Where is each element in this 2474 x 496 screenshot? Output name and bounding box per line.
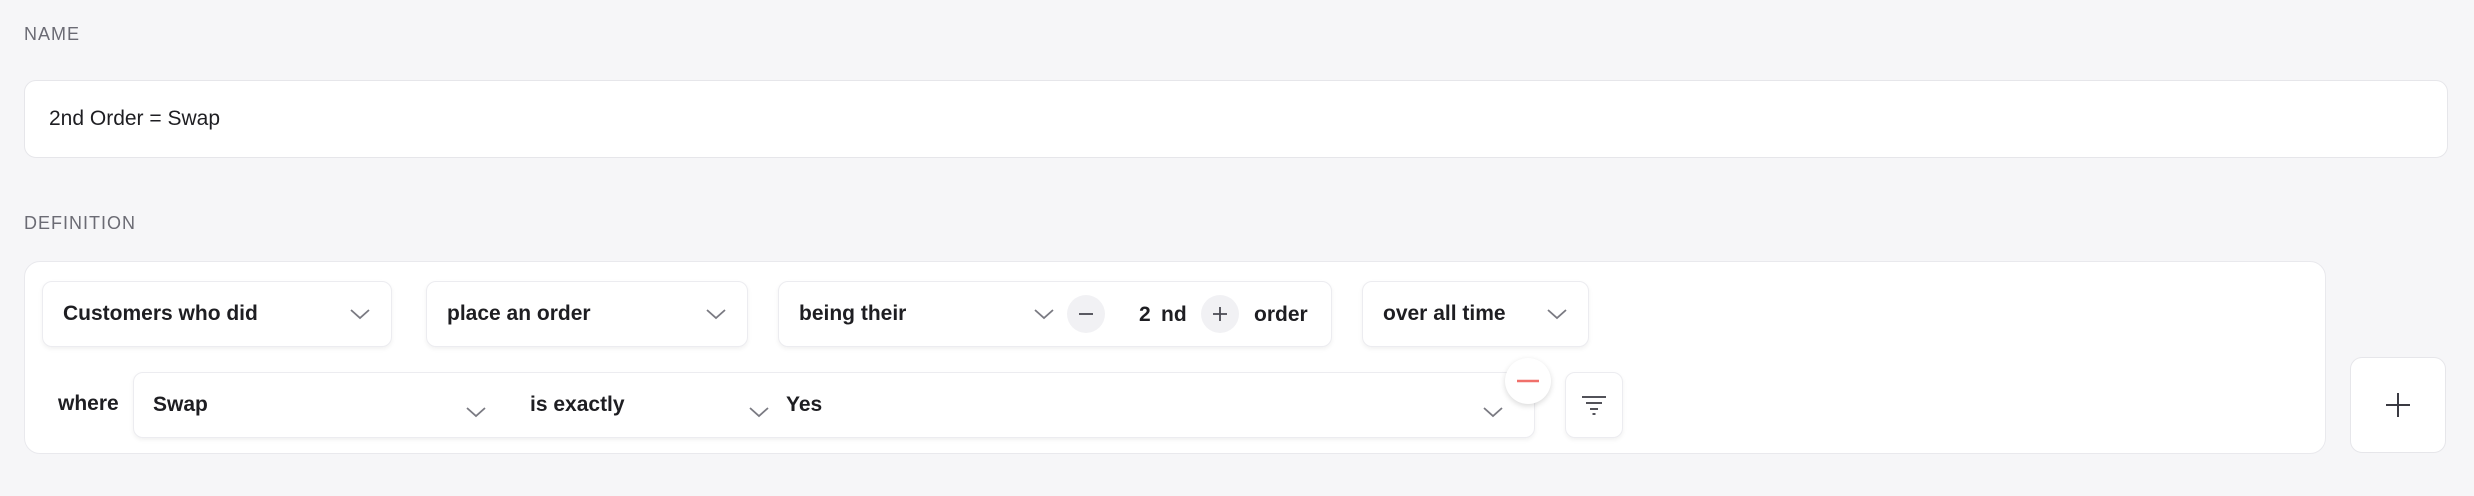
subject-dropdown[interactable]: Customers who did: [42, 281, 392, 347]
definition-panel: Customers who did place an order being t…: [24, 261, 2326, 454]
remove-condition-button[interactable]: [1505, 358, 1551, 404]
condition-row: Swap is exactly Yes: [133, 372, 1535, 438]
chevron-down-icon: [1482, 400, 1504, 424]
decrement-button[interactable]: [1067, 295, 1105, 333]
chevron-down-icon[interactable]: [1033, 308, 1055, 320]
ordinal-group: being their: [778, 281, 1332, 347]
chevron-down-icon: [1546, 308, 1568, 320]
order-word: order: [1254, 303, 1308, 326]
remove-icon: [1517, 379, 1539, 383]
filter-icon: [1582, 396, 1606, 415]
subject-dropdown-label: Customers who did: [63, 302, 258, 325]
qualifier-label: being their: [799, 302, 907, 325]
action-dropdown-label: place an order: [447, 302, 591, 325]
timeframe-dropdown[interactable]: over all time: [1362, 281, 1589, 347]
plus-icon: [1213, 307, 1227, 321]
chevron-down-icon: [705, 308, 727, 320]
value-dropdown[interactable]: Yes: [786, 373, 1516, 437]
property-dropdown-label: Swap: [153, 393, 208, 416]
order-suffix: nd: [1161, 303, 1187, 326]
chevron-down-icon: [349, 308, 371, 320]
filter-button[interactable]: [1565, 372, 1623, 438]
action-dropdown[interactable]: place an order: [426, 281, 748, 347]
operator-dropdown-label: is exactly: [530, 393, 625, 416]
value-dropdown-label: Yes: [786, 393, 823, 416]
chevron-down-icon: [748, 400, 770, 424]
timeframe-dropdown-label: over all time: [1383, 302, 1506, 325]
chevron-down-icon: [465, 400, 487, 424]
name-input[interactable]: 2nd Order = Swap: [24, 80, 2448, 158]
operator-dropdown[interactable]: is exactly: [530, 373, 788, 437]
increment-button[interactable]: [1201, 295, 1239, 333]
where-label: where: [58, 392, 119, 415]
plus-icon: [2386, 393, 2410, 417]
order-number: 2: [1139, 303, 1151, 326]
add-condition-button[interactable]: [2350, 357, 2446, 453]
property-dropdown[interactable]: Swap: [153, 373, 508, 437]
definition-section-label: DEFINITION: [24, 213, 136, 233]
name-section-label: NAME: [24, 24, 81, 44]
minus-icon: [1079, 313, 1093, 315]
